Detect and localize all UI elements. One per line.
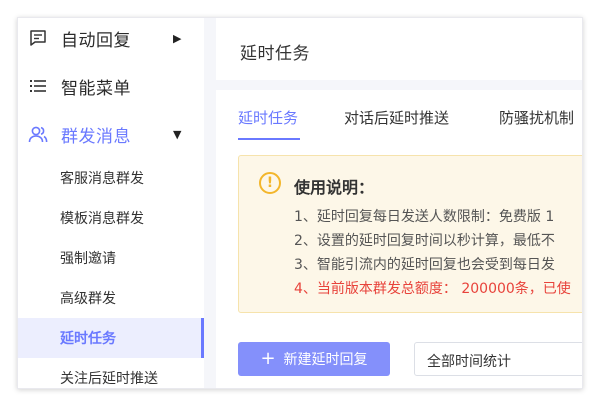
plus-icon: + (260, 348, 276, 369)
sidebar-item-label: 关注后延时推送 (60, 371, 158, 387)
sidebar-item-auto-reply[interactable]: 自动回复 ▶ (18, 18, 204, 58)
message-square-icon (28, 28, 48, 48)
sidebar-item-advanced-mass[interactable]: 高级群发 (18, 278, 204, 318)
sidebar-item-follow-delay-push[interactable]: 关注后延时推送 (18, 358, 204, 388)
sidebar: 自动回复 ▶ 智能菜单 群发消息 ▼ 客服消息群发 模板消息群发 强制邀请 高级… (18, 18, 204, 388)
active-indicator (201, 318, 204, 358)
chevron-right-icon: ▶ (173, 31, 182, 45)
chevron-down-icon: ▼ (173, 127, 182, 141)
active-tab-underline (238, 138, 300, 140)
sidebar-item-delay-task[interactable]: 延时任务 (18, 318, 204, 358)
sidebar-item-label: 群发消息 (61, 126, 131, 147)
usage-notice: ! 使用说明： 1、延时回复每日发送人数限制：免费版 1 2、设置的延时回复时间… (238, 155, 582, 313)
sidebar-item-forced-invite[interactable]: 强制邀请 (18, 238, 204, 278)
page-header: 延时任务 (216, 18, 582, 80)
sidebar-item-label: 智能菜单 (61, 78, 131, 99)
app-window: 自动回复 ▶ 智能菜单 群发消息 ▼ 客服消息群发 模板消息群发 强制邀请 高级… (18, 18, 582, 388)
tab-anti-harassment[interactable]: 防骚扰机制 (499, 107, 574, 128)
notice-line: 2、设置的延时回复时间以秒计算，最低不 (294, 233, 555, 249)
sidebar-item-customer-service-mass[interactable]: 客服消息群发 (18, 158, 204, 198)
sidebar-item-template-mass[interactable]: 模板消息群发 (18, 198, 204, 238)
tab-bar: 延时任务 对话后延时推送 防骚扰机制 (216, 90, 582, 142)
sidebar-item-smart-menu[interactable]: 智能菜单 (18, 66, 204, 106)
page-title: 延时任务 (240, 44, 310, 64)
time-stat-select[interactable]: 全部时间统计 (414, 342, 582, 376)
sidebar-item-label: 强制邀请 (60, 251, 116, 267)
users-icon (28, 124, 48, 144)
button-label: 新建延时回复 (283, 352, 368, 368)
notice-line: 3、智能引流内的延时回复也会受到每日发 (294, 257, 555, 273)
sidebar-item-label: 客服消息群发 (60, 171, 144, 187)
sidebar-item-mass-message[interactable]: 群发消息 ▼ (18, 114, 204, 154)
tab-post-chat-delay-push[interactable]: 对话后延时推送 (344, 107, 449, 128)
notice-line-quota: 4、当前版本群发总额度： 200000条，已使 (294, 281, 571, 297)
new-delay-reply-button[interactable]: + 新建延时回复 (238, 342, 390, 376)
notice-title: 使用说明： (294, 178, 375, 197)
list-icon (28, 76, 48, 96)
sidebar-item-label: 延时任务 (60, 331, 116, 347)
select-value: 全部时间统计 (427, 354, 511, 370)
sidebar-item-label: 模板消息群发 (60, 211, 144, 227)
main-panel: 延时任务 对话后延时推送 防骚扰机制 ! 使用说明： 1、延时回复每日发送人数限… (216, 90, 582, 388)
sidebar-item-label: 自动回复 (61, 30, 131, 51)
alert-circle-icon: ! (259, 172, 281, 194)
tab-delay-task[interactable]: 延时任务 (238, 107, 298, 128)
sidebar-item-label: 高级群发 (60, 291, 116, 307)
notice-line: 1、延时回复每日发送人数限制：免费版 1 (294, 209, 555, 225)
